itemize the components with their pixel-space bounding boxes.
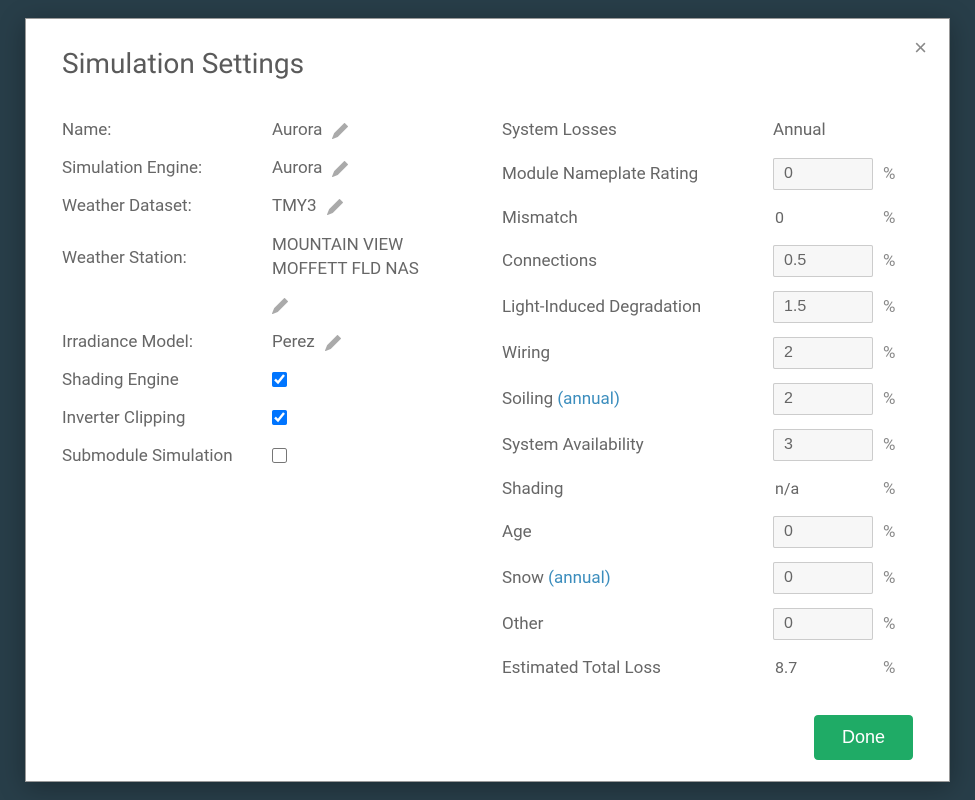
setting-submodule-simulation: Submodule Simulation <box>62 446 472 466</box>
loss-label: Estimated Total Loss <box>502 658 773 678</box>
losses-header-annual: Annual <box>773 120 913 140</box>
snow-annual-link[interactable]: (annual) <box>548 568 611 588</box>
loss-availability: System Availability % <box>502 429 913 461</box>
submodule-simulation-checkbox[interactable] <box>272 448 287 463</box>
close-button[interactable]: × <box>914 37 927 59</box>
loss-unit: % <box>883 343 895 363</box>
loss-mismatch: Mismatch 0 % <box>502 204 913 231</box>
loss-nameplate: Module Nameplate Rating % <box>502 158 913 190</box>
shading-engine-checkbox[interactable] <box>272 372 287 387</box>
loss-label: Wiring <box>502 343 773 363</box>
shading-value: n/a <box>773 475 873 502</box>
done-button[interactable]: Done <box>814 715 913 760</box>
loss-label: Other <box>502 614 773 634</box>
loss-label: Age <box>502 522 773 542</box>
loss-unit: % <box>883 568 895 588</box>
loss-connections: Connections % <box>502 245 913 277</box>
loss-label: Module Nameplate Rating <box>502 164 773 184</box>
loss-total: Estimated Total Loss 8.7 % <box>502 654 913 681</box>
losses-header: System Losses Annual <box>502 120 913 140</box>
setting-label: Inverter Clipping <box>62 408 272 428</box>
loss-label: Connections <box>502 251 773 271</box>
mismatch-value: 0 <box>773 204 873 231</box>
soiling-input[interactable] <box>773 383 873 415</box>
other-input[interactable] <box>773 608 873 640</box>
modal-title: Simulation Settings <box>62 47 913 80</box>
total-value: 8.7 <box>773 654 873 681</box>
setting-label: Weather Dataset: <box>62 196 272 216</box>
setting-label: Name: <box>62 120 272 140</box>
loss-unit: % <box>883 479 895 499</box>
setting-label: Irradiance Model: <box>62 332 272 352</box>
loss-label: System Availability <box>502 435 773 455</box>
modal-body: Name: Aurora Simulation Engine: Aurora <box>62 120 913 695</box>
loss-unit: % <box>883 251 895 271</box>
loss-unit: % <box>883 389 895 409</box>
pencil-icon[interactable] <box>325 335 341 351</box>
setting-irradiance-model: Irradiance Model: Perez <box>62 332 472 352</box>
pencil-icon[interactable] <box>327 199 343 215</box>
loss-shading: Shading n/a % <box>502 475 913 502</box>
setting-value: Aurora <box>272 158 322 178</box>
loss-label: Light-Induced Degradation <box>502 297 773 317</box>
modal-footer: Done <box>62 715 913 760</box>
setting-name: Name: Aurora <box>62 120 472 140</box>
setting-value: MOUNTAIN VIEW MOFFETT FLD NAS <box>272 234 472 282</box>
setting-weather-dataset: Weather Dataset: TMY3 <box>62 196 472 216</box>
nameplate-input[interactable] <box>773 158 873 190</box>
loss-unit: % <box>883 522 895 542</box>
losses-header-label: System Losses <box>502 120 773 140</box>
pencil-icon[interactable] <box>332 123 348 139</box>
losses-column: System Losses Annual Module Nameplate Ra… <box>502 120 913 695</box>
loss-lid: Light-Induced Degradation % <box>502 291 913 323</box>
loss-wiring: Wiring % <box>502 337 913 369</box>
setting-inverter-clipping: Inverter Clipping <box>62 408 472 428</box>
loss-unit: % <box>883 297 895 317</box>
setting-label: Weather Station: <box>62 234 272 268</box>
wiring-input[interactable] <box>773 337 873 369</box>
loss-label: Soiling (annual) <box>502 389 773 409</box>
loss-unit: % <box>883 614 895 634</box>
setting-label: Submodule Simulation <box>62 446 272 466</box>
loss-unit: % <box>883 658 895 678</box>
setting-label: Shading Engine <box>62 370 272 390</box>
simulation-settings-modal: × Simulation Settings Name: Aurora Simul… <box>25 18 950 782</box>
settings-column: Name: Aurora Simulation Engine: Aurora <box>62 120 472 695</box>
loss-age: Age % <box>502 516 913 548</box>
setting-value: Perez <box>272 332 315 352</box>
availability-input[interactable] <box>773 429 873 461</box>
loss-snow: Snow (annual) % <box>502 562 913 594</box>
loss-other: Other % <box>502 608 913 640</box>
loss-label: Snow (annual) <box>502 568 773 588</box>
loss-label: Shading <box>502 479 773 499</box>
lid-input[interactable] <box>773 291 873 323</box>
pencil-icon[interactable] <box>332 161 348 177</box>
pencil-icon[interactable] <box>272 298 288 314</box>
loss-soiling: Soiling (annual) % <box>502 383 913 415</box>
setting-value: Aurora <box>272 120 322 140</box>
soiling-annual-link[interactable]: (annual) <box>557 389 620 409</box>
age-input[interactable] <box>773 516 873 548</box>
loss-unit: % <box>883 435 895 455</box>
setting-shading-engine: Shading Engine <box>62 370 472 390</box>
inverter-clipping-checkbox[interactable] <box>272 410 287 425</box>
setting-weather-station: Weather Station: MOUNTAIN VIEW MOFFETT F… <box>62 234 472 314</box>
connections-input[interactable] <box>773 245 873 277</box>
setting-value: TMY3 <box>272 196 317 216</box>
loss-label: Mismatch <box>502 208 773 228</box>
loss-unit: % <box>883 208 895 228</box>
setting-label: Simulation Engine: <box>62 158 272 178</box>
snow-input[interactable] <box>773 562 873 594</box>
setting-simulation-engine: Simulation Engine: Aurora <box>62 158 472 178</box>
loss-unit: % <box>883 164 895 184</box>
